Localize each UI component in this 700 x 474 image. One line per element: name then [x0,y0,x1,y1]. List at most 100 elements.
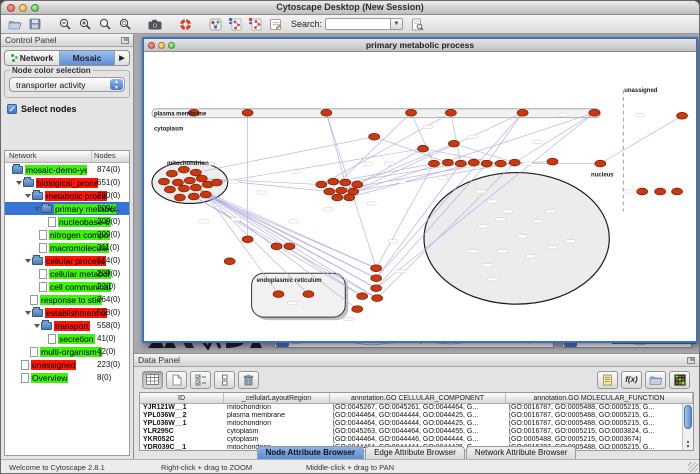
network-edge[interactable] [515,113,595,163]
tab-overflow-arrow[interactable]: ▶ [115,51,129,65]
network-node[interactable] [468,159,479,166]
network-node[interactable] [174,194,185,201]
attribute-table[interactable]: ID_cellularLayoutRegionannotation.GO CEL… [139,392,694,451]
float-panel-icon[interactable] [121,37,129,44]
select-nodes-checkbox[interactable]: ✓ [7,104,17,114]
network-node[interactable] [428,160,439,167]
table-row[interactable]: YPL036W__1mitochondrion[GO:0044464, GO:0… [140,420,693,428]
tree-row[interactable]: cell communicat22(0) [5,280,129,293]
tab-edge-attribute-browser[interactable]: Edge Attribute Browser [365,446,465,459]
network-node[interactable] [303,291,314,298]
network-node[interactable] [188,193,199,200]
network-node[interactable] [672,188,683,195]
resize-grip[interactable] [688,462,698,472]
table-column-header[interactable]: annotation.GO CELLULAR_COMPONENT [330,393,506,403]
tree-row[interactable]: metabolic process280(0) [5,189,129,202]
save-button[interactable] [25,16,45,32]
tab-network[interactable]: Network [5,51,60,65]
network-node[interactable] [372,295,383,302]
network-node[interactable] [158,178,169,185]
network-node[interactable] [190,184,201,191]
network-node[interactable] [655,188,666,195]
help-button[interactable] [175,16,195,32]
tab-mosaic[interactable]: Mosaic [60,51,115,65]
network-overlay-icon[interactable] [225,16,245,32]
tree-row[interactable]: cellular process614(0) [5,254,129,267]
expand-triangle-icon[interactable] [34,207,40,211]
table-column-header[interactable]: _cellularLayoutRegion [224,393,330,403]
network-node[interactable] [332,194,343,201]
advanced-search-button[interactable] [407,16,427,32]
network-view-titlebar[interactable]: primary metabolic process [144,39,696,52]
tree-row[interactable]: primary metabolic process209(... [5,202,129,215]
network-node[interactable] [637,188,648,195]
network-node[interactable] [352,306,363,313]
search-dropdown-arrow[interactable]: ▼ [391,18,403,30]
network-node[interactable] [445,109,456,116]
node-color-attribute-select[interactable]: transporter activity ▲▼ [9,77,125,92]
table-row[interactable]: YLR295Ccytoplasm[GO:0045263, GO:0044464,… [140,428,693,436]
scrollbar-thumb[interactable] [684,405,692,429]
search-input[interactable] [325,18,391,30]
network-node[interactable] [442,159,453,166]
network-node[interactable] [321,109,332,116]
network-node[interactable] [178,166,189,173]
float-panel-icon[interactable] [687,357,695,364]
vizmapper-icon[interactable] [205,16,225,32]
new-attribute-button[interactable] [166,371,187,389]
network-node[interactable] [406,109,417,116]
tree-row[interactable]: multi-organism pro42(0) [5,345,129,358]
network-node[interactable] [448,140,459,147]
tree-row[interactable]: establishment of lo558(0) [5,306,129,319]
tree-header[interactable]: Network Nodes [5,151,129,163]
network-node[interactable] [677,112,688,119]
tree-row[interactable]: nitrogen compo209(0) [5,228,129,241]
zoom-selected-button[interactable] [95,16,115,32]
network-node[interactable] [352,181,363,188]
network-graph[interactable]: plasma membranecytoplasmmitochondrionnuc… [144,52,696,341]
network-node[interactable] [284,243,295,250]
tab-node-attribute-browser[interactable]: Node Attribute Browser [257,446,365,459]
network-node[interactable] [190,169,201,176]
select-attributes-button[interactable] [190,371,211,389]
region-plasma-membrane[interactable] [152,109,600,118]
zoom-fit-button[interactable] [115,16,135,32]
tree-row[interactable]: transport558(0) [5,319,129,332]
network-node[interactable] [172,179,183,186]
network-edge[interactable] [600,116,682,164]
function-builder-button[interactable]: f(x) [621,371,642,389]
network-node[interactable] [242,109,253,116]
network-node[interactable] [336,187,347,194]
tree-row[interactable]: biological_process651(0) [5,176,129,189]
network-node[interactable] [418,145,429,152]
table-row[interactable]: YJR121W__1mitochondrion[GO:0045267, GO:0… [140,404,693,412]
network-node[interactable] [547,158,558,165]
network-node[interactable] [589,109,600,116]
open-button[interactable] [5,16,25,32]
network-node[interactable] [224,258,235,265]
unselect-attributes-button[interactable] [214,371,235,389]
network-node[interactable] [324,188,335,195]
network-node[interactable] [273,291,284,298]
network-node[interactable] [357,293,368,300]
network-node[interactable] [340,179,351,186]
network-node[interactable] [371,265,382,272]
network-node[interactable] [344,194,355,201]
zoom-in-button[interactable] [75,16,95,32]
network-edge[interactable] [454,144,515,163]
network-node[interactable] [455,160,466,167]
window-titlebar[interactable]: Cytoscape Desktop (New Session) [1,1,699,15]
network-node[interactable] [178,185,189,192]
network-node[interactable] [595,160,606,167]
network-canvas[interactable]: plasma membranecytoplasmmitochondrionnuc… [144,52,696,341]
tree-row[interactable]: nucleobase-c209(0) [5,215,129,228]
import-attributes-button[interactable] [645,371,666,389]
network-node[interactable] [242,236,253,243]
network-node[interactable] [196,175,207,182]
tree-row[interactable]: secretion41(0) [5,332,129,345]
expand-triangle-icon[interactable] [25,194,31,198]
tree-row[interactable]: unassigned223(0) [5,358,129,371]
tree-row[interactable]: response to stimulu264(0) [5,293,129,306]
network-node[interactable] [509,159,520,166]
network-edge[interactable] [206,195,376,269]
